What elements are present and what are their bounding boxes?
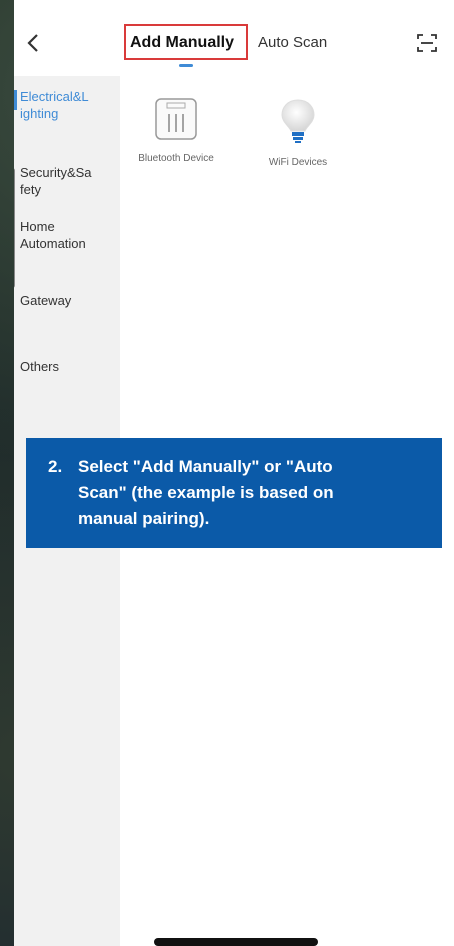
sidebar-scrollbar[interactable] bbox=[14, 168, 15, 288]
sidebar-item-others[interactable]: Others bbox=[20, 358, 120, 375]
sidebar-item-home-automation[interactable]: Home Automation bbox=[20, 218, 120, 252]
light-bulb-icon bbox=[281, 99, 315, 143]
active-tab-indicator bbox=[179, 64, 193, 67]
callout-text: Select "Add Manually" or "Auto Scan" (th… bbox=[78, 457, 334, 528]
sidebar-item-security-safety[interactable]: Security&Sa fety bbox=[20, 164, 120, 198]
device-wifi-label: WiFi Devices bbox=[268, 157, 328, 168]
tab-auto-scan[interactable]: Auto Scan bbox=[258, 34, 327, 51]
tab-add-manually-label: Add Manually bbox=[130, 34, 235, 51]
tab-add-manually[interactable]: Add Manually bbox=[124, 24, 248, 67]
instruction-callout: 2. Select "Add Manually" or "Auto Scan" … bbox=[26, 438, 442, 548]
device-bluetooth[interactable]: Bluetooth Device bbox=[126, 96, 226, 164]
scan-frame-icon bbox=[417, 34, 437, 52]
back-button[interactable] bbox=[20, 30, 46, 56]
device-wifi[interactable]: WiFi Devices bbox=[248, 96, 348, 168]
sidebar-item-electrical-lighting[interactable]: Electrical&L ighting bbox=[20, 88, 120, 122]
chevron-left-icon bbox=[27, 34, 38, 52]
device-bluetooth-label: Bluetooth Device bbox=[138, 153, 214, 164]
home-indicator[interactable] bbox=[154, 938, 318, 946]
sidebar-item-gateway[interactable]: Gateway bbox=[20, 292, 120, 309]
top-bar: Add Manually Auto Scan bbox=[14, 0, 454, 76]
callout-step-number: 2. bbox=[48, 457, 63, 476]
scan-button[interactable] bbox=[416, 32, 438, 54]
active-category-marker bbox=[14, 90, 17, 110]
switch-panel-icon bbox=[155, 98, 197, 140]
